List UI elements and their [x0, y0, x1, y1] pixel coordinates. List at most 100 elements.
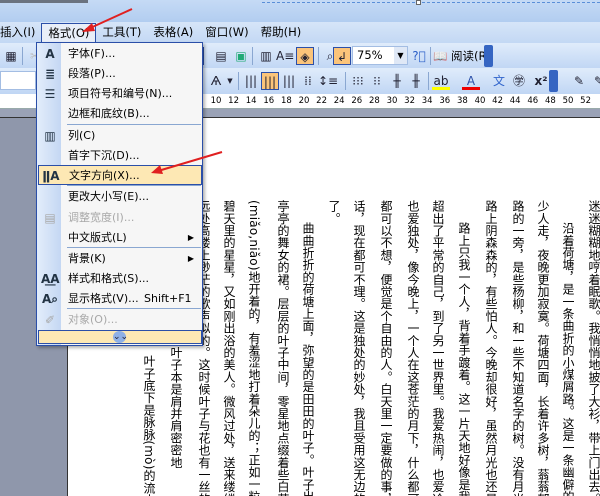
menu-item-label: 项目符号和编号(N)... [68, 87, 173, 100]
ruler-tick: 22 [316, 96, 328, 106]
menu-separator [67, 247, 201, 248]
text-column[interactable]: 路上阴森森的，有些怕人。今晚却很好，虽然月光也还是淡 [484, 200, 498, 496]
text-column[interactable]: 话，现在都可不理。这是独处的妙处，我且受用这无边的荷 [352, 200, 366, 496]
decrease-indent-icon[interactable]: ╫ [388, 72, 406, 90]
distributed-icon[interactable]: ⁞⁞ [299, 72, 317, 90]
menu-format[interactable]: 格式(O) [41, 23, 97, 42]
ruler-tick: 30 [386, 96, 398, 106]
text-column[interactable]: 亭亭的舞女的裙。层层的叶子中间，零星地点缀着些白花 [276, 200, 290, 496]
zoom-combobox[interactable]: 75% ▼ [352, 46, 408, 65]
ruler-tick: 24 [333, 96, 345, 106]
align-bottom-icon[interactable]: ||| [280, 72, 298, 90]
format-menu-item[interactable]: ▥ 列(C) [38, 126, 202, 146]
text-column[interactable]: 路上只我一个人，背着手踱着。这一片天地好像是我的 [457, 222, 471, 496]
menu-item-label: 对象(O)... [68, 313, 118, 326]
chevron-down-icon[interactable]: ▼ [226, 72, 234, 90]
text-column[interactable]: 迷迷糊糊地哼着眠歌。我悄悄地披了大衫，带上门出去。 [587, 200, 600, 496]
reveal-format-icon: A⌕ [41, 292, 58, 306]
ruler-tick: 44 [509, 96, 521, 106]
format-menu-item[interactable]: 边框和底纹(B)... [38, 104, 202, 124]
text-column[interactable]: 曲曲折折的荷塘上面，弥望的是田田的叶子。叶子出水 [301, 222, 315, 496]
menu-help[interactable]: 帮助(H) [255, 23, 308, 42]
menu-tools[interactable]: 工具(T) [96, 23, 147, 42]
read-mode-button[interactable]: 📖 阅读(R) [433, 47, 491, 65]
table-draw-icon[interactable]: ✎ [570, 72, 588, 90]
toolbar-options-icon[interactable] [484, 45, 493, 67]
resize-handle[interactable] [416, 0, 421, 5]
object-icon: ✐ [44, 313, 56, 327]
chevron-down-icon[interactable]: ▼ [394, 47, 407, 64]
document-map-icon[interactable]: ◈ [296, 47, 314, 65]
phonetic-guide-icon[interactable]: 文 [490, 72, 508, 90]
menu-separator [67, 124, 201, 125]
superscript-icon[interactable]: x² [532, 72, 550, 90]
ruler-tick: 38 [456, 96, 468, 106]
format-menu-item[interactable]: A⌕ 显示格式(V)... Shift+F1 [38, 289, 202, 309]
text-column[interactable]: 也爱独处，像今晚上，一个人在这苍茫的月下，什么都可以 [406, 200, 420, 496]
show-formatting-icon[interactable]: ↲ [333, 47, 351, 65]
text-column[interactable]: 了。 [327, 200, 341, 496]
font-color-icon[interactable]: A [462, 72, 480, 90]
bullets-icon[interactable]: ⁝⁝ [368, 72, 386, 90]
increase-indent-icon[interactable]: ╫ [407, 72, 425, 90]
text-column[interactable]: (miǎo,niǎo)地开着的，有羞涩地打着朵儿的；正如一粒粒的 [247, 200, 261, 496]
toolbar-options-icon[interactable] [549, 70, 558, 92]
format-menu-item[interactable]: 背景(K) ▶ [38, 249, 202, 269]
help-icon[interactable]: ?⃝ [410, 47, 428, 65]
format-menu-item[interactable]: 首字下沉(D)... [38, 146, 202, 166]
format-menu-item[interactable]: ✐ 对象(O)... [38, 310, 202, 330]
character-spacing-icon[interactable]: Ѧ [207, 72, 225, 90]
menu-item-label: 样式和格式(S)... [68, 272, 150, 285]
format-menu-item[interactable]: A͟A 样式和格式(S)... [38, 269, 202, 289]
menu-item-label: 文字方向(X)... [69, 169, 140, 182]
style-input[interactable] [0, 71, 36, 90]
double-chevron-down-icon: ⌄⌄ [113, 331, 129, 343]
enclose-character-icon[interactable]: ㊫ [510, 72, 528, 90]
ruler-tick: 14 [245, 96, 257, 106]
ruler-tick: 46 [527, 96, 539, 106]
menu-window[interactable]: 窗口(W) [199, 23, 254, 42]
bullets-icon: ☰ [44, 87, 56, 101]
format-menu-item[interactable]: A 字体(F)... [38, 44, 202, 64]
title-bar [0, 0, 600, 22]
format-menu: A 字体(F)... ≣ 段落(P)... ☰ 项目符号和编号(N)... 边框和底纹(B)… [36, 42, 203, 346]
text-column[interactable]: 碧天里的星星，又如刚出浴的美人。微风过处，送来缕缕清 [222, 200, 236, 496]
highlight-icon[interactable]: ab [432, 72, 450, 90]
menu-item-label: 更改大小写(E)... [68, 190, 150, 203]
menu-item-label: 边框和底纹(B)... [68, 107, 150, 120]
text-column[interactable]: 沿着荷塘，是一条曲折的小煤屑路。这是一条幽僻的路 [561, 222, 575, 496]
align-top-icon[interactable]: ||| [242, 72, 260, 90]
columns-icon[interactable]: ▥ [257, 47, 275, 65]
submenu-arrow-icon: ▶ [187, 254, 194, 263]
menu-item-label: 中文版式(L) [68, 231, 127, 244]
insert-excel-icon[interactable]: ▣ [232, 47, 250, 65]
expand-menu-button[interactable]: ⌄⌄ [38, 330, 202, 344]
align-center-icon[interactable]: ||| [261, 72, 279, 90]
ruler-tick: 18 [280, 96, 292, 106]
text-column[interactable]: 路的一旁，是些杨柳，和一些不知道名字的树。没有月光的 [511, 200, 525, 496]
format-menu-item[interactable]: ▤ 调整宽度(I)... [38, 208, 202, 228]
text-column[interactable]: 叶子底下是脉脉(mò)的流水， [142, 355, 156, 496]
ruler-tick: 16 [263, 96, 275, 106]
menu-table[interactable]: 表格(A) [147, 23, 199, 42]
ruler-tick: 50 [562, 96, 574, 106]
text-column[interactable]: 超出了平常的自己，到了另一世界里。我爱热闹，也爱冷静 [431, 200, 445, 496]
format-menu-item[interactable]: ǁA 文字方向(X)... [38, 165, 202, 185]
table-draw-icon[interactable]: ✎ [590, 72, 600, 90]
drawing-icon[interactable]: A≡ [276, 47, 294, 65]
research-icon[interactable]: ▦ [2, 47, 20, 65]
line-spacing-icon[interactable]: ↕≡ [318, 72, 338, 90]
format-menu-item[interactable]: 更改大小写(E)... [38, 187, 202, 207]
columns-icon: ▥ [44, 129, 56, 143]
shortcut-label: Shift+F1 [144, 292, 192, 305]
format-menu-item[interactable]: ☰ 项目符号和编号(N)... [38, 84, 202, 104]
format-menu-item[interactable]: ≣ 段落(P)... [38, 64, 202, 84]
insert-table-icon[interactable]: ▤ [212, 47, 230, 65]
menu-item-label: 列(C) [68, 129, 96, 142]
menu-insert[interactable]: 插入(I) [0, 23, 41, 42]
numbering-icon[interactable]: ⁝⁝⁝ [349, 72, 367, 90]
text-column[interactable]: 都可以不想，便觉是个自由的人。白天里一定要做的事，一 [379, 200, 393, 496]
ruler-tick: 12 [228, 96, 240, 106]
text-column[interactable]: 少人走，夜晚更加寂寞。荷塘四面，长着许多树，蓊蓊郁郁 [536, 200, 550, 496]
format-menu-item[interactable]: 中文版式(L) ▶ [38, 228, 202, 248]
